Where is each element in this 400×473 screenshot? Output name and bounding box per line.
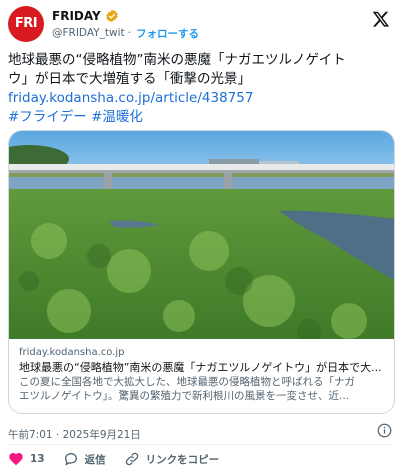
- handle-row: @FRIDAY_twit · フォローする: [52, 26, 199, 40]
- copy-link-button[interactable]: リンクをコピー: [124, 451, 220, 467]
- tweet-header: FRI FRIDAY @FRIDAY_twit · フォローする: [8, 6, 392, 42]
- divider: [8, 444, 394, 445]
- handle[interactable]: @FRIDAY_twit: [52, 27, 125, 39]
- article-link[interactable]: friday.kodansha.co.jp/article/438757: [8, 89, 394, 108]
- tweet-text-line: 地球最悪の“侵略植物”南米の悪魔「ナガエツルノゲイト: [8, 52, 346, 68]
- card-description: この夏に全国各地で大拡大した、地球最悪の侵略植物と呼ばれる「ナガ: [19, 376, 355, 388]
- tweet-text: 地球最悪の“侵略植物”南米の悪魔「ナガエツルノゲイト ウ」が日本で大増殖する「衝…: [8, 51, 394, 127]
- like-count: 13: [30, 453, 45, 465]
- card-info: friday.kodansha.co.jp 地球最悪の“侵略植物”南米の悪魔「ナ…: [19, 346, 387, 403]
- verified-badge-icon: [105, 9, 118, 23]
- follow-button[interactable]: フォローする: [136, 26, 199, 41]
- card-description: エツルノゲイトウ」。驚異の繁殖力で新利根川の風景を一変させ、近...: [19, 390, 350, 402]
- copy-link-label: リンクをコピー: [145, 453, 220, 466]
- info-icon[interactable]: [377, 423, 392, 438]
- tweet-text-line: ウ」が日本で大増殖する「衝撃の光景」: [8, 71, 251, 87]
- reply-button[interactable]: 返信: [63, 451, 106, 467]
- card-image[interactable]: [9, 131, 395, 339]
- x-logo-icon[interactable]: [372, 10, 390, 28]
- display-name[interactable]: FRIDAY: [52, 9, 101, 23]
- reply-label: 返信: [84, 453, 106, 466]
- hashtags[interactable]: #フライデー #温暖化: [8, 108, 394, 127]
- action-bar: 13 返信 リンクをコピー: [8, 450, 237, 468]
- name-row: FRIDAY: [52, 8, 119, 24]
- reply-icon: [64, 452, 77, 466]
- avatar[interactable]: FRI: [8, 6, 44, 42]
- separator: ·: [127, 27, 131, 39]
- card-title[interactable]: 地球最悪の“侵略植物”南米の悪魔「ナガエツルノゲイトウ」が日本で大...: [19, 360, 387, 375]
- link-preview-card[interactable]: friday.kodansha.co.jp 地球最悪の“侵略植物”南米の悪魔「ナ…: [8, 130, 395, 414]
- card-domain: friday.kodansha.co.jp: [19, 347, 125, 358]
- timestamp-row: 午前7:01 · 2025年9月21日: [8, 423, 394, 441]
- timestamp[interactable]: 午前7:01 · 2025年9月21日: [8, 429, 141, 441]
- heart-icon: [9, 453, 23, 466]
- link-icon: [125, 452, 138, 466]
- like-button[interactable]: 13: [8, 451, 45, 467]
